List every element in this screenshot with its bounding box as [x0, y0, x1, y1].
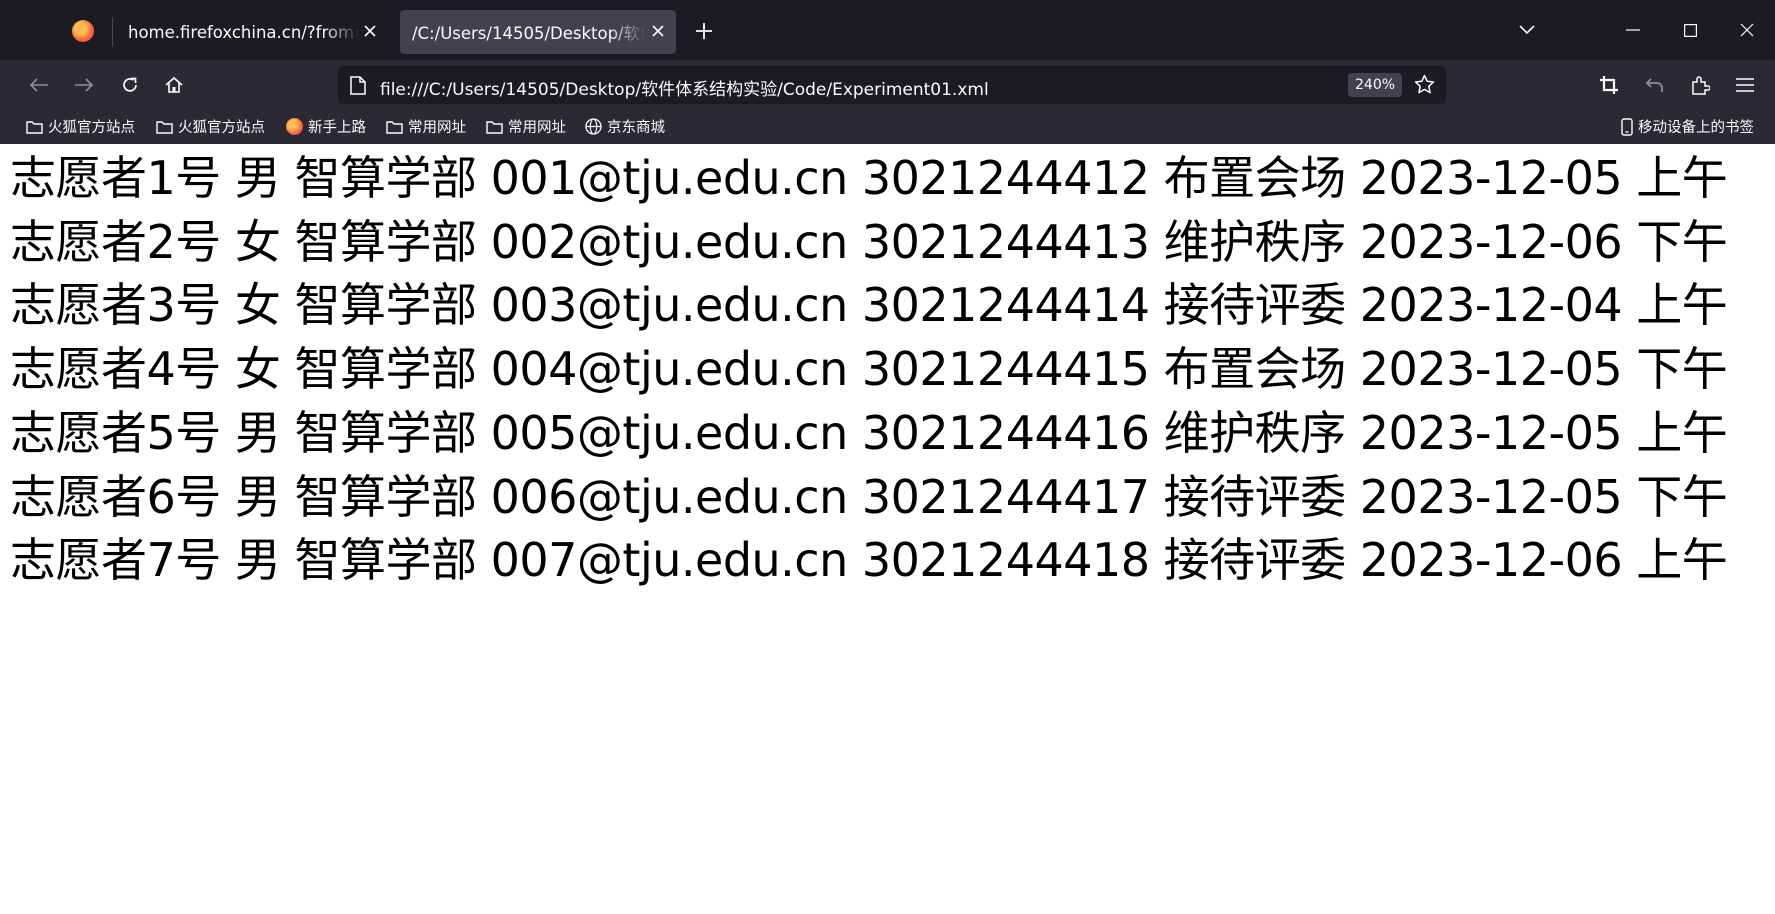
- zoom-level-badge[interactable]: 240%: [1348, 73, 1403, 97]
- bookmark-label: 常用网址: [408, 120, 466, 136]
- folder-icon: [26, 120, 43, 134]
- page-icon: [350, 76, 366, 99]
- screenshot-crop-icon[interactable]: [1595, 71, 1623, 99]
- bookmark-folder-common-sites[interactable]: 常用网址: [386, 116, 466, 137]
- volunteer-record-line: 志愿者6号 男 智算学部 006@tju.edu.cn 3021244417 接…: [10, 469, 1728, 524]
- list-all-tabs-chevron-down-icon[interactable]: [1513, 16, 1541, 44]
- home-icon[interactable]: [160, 71, 188, 99]
- close-tab-icon[interactable]: [648, 21, 668, 41]
- new-tab-plus-icon[interactable]: [692, 19, 716, 43]
- bookmark-label: 新手上路: [308, 120, 366, 136]
- bookmark-folder-common-sites-2[interactable]: 常用网址: [486, 116, 566, 137]
- back-arrow-icon[interactable]: [25, 71, 53, 99]
- url-text[interactable]: file:///C:/Users/14505/Desktop/软件体系结构实验/…: [380, 75, 989, 100]
- mobile-bookmarks[interactable]: 移动设备上的书签: [1621, 116, 1754, 137]
- volunteer-record-line: 志愿者2号 女 智算学部 002@tju.edu.cn 3021244413 维…: [10, 214, 1728, 269]
- tab-firefoxchina-home[interactable]: home.firefoxchina.cn/?from=extra_start: [114, 10, 388, 54]
- mobile-bookmarks-label: 移动设备上的书签: [1638, 120, 1754, 136]
- volunteer-record-line: 志愿者3号 女 智算学部 003@tju.edu.cn 3021244414 接…: [10, 278, 1728, 333]
- maximize-icon[interactable]: [1676, 16, 1704, 44]
- address-bar[interactable]: file:///C:/Users/14505/Desktop/软件体系结构实验/…: [338, 66, 1446, 104]
- bookmark-folder-firefox-official[interactable]: 火狐官方站点: [26, 116, 135, 137]
- bookmark-label: 火狐官方站点: [48, 120, 135, 136]
- firefox-icon[interactable]: [72, 20, 94, 42]
- close-window-icon[interactable]: [1733, 16, 1761, 44]
- tab-title: home.firefoxchina.cn/?from=extra_start: [128, 22, 360, 42]
- tab-experiment01-xml[interactable]: /C:/Users/14505/Desktop/软件体系结构实验/Code/Ex…: [400, 10, 676, 54]
- volunteer-record-line: 志愿者5号 男 智算学部 005@tju.edu.cn 3021244416 维…: [10, 405, 1728, 460]
- bookmark-label: 火狐官方站点: [178, 120, 265, 136]
- folder-icon: [156, 120, 173, 134]
- tab-bar: home.firefoxchina.cn/?from=extra_start /…: [0, 0, 1775, 60]
- bookmark-label: 常用网址: [508, 120, 566, 136]
- bookmark-star-icon[interactable]: [1414, 74, 1435, 99]
- volunteer-record-line: 志愿者1号 男 智算学部 001@tju.edu.cn 3021244412 布…: [10, 151, 1728, 205]
- mobile-device-icon: [1621, 117, 1633, 136]
- bookmark-getting-started[interactable]: 新手上路: [286, 116, 366, 137]
- bookmark-folder-firefox-official-2[interactable]: 火狐官方站点: [156, 116, 265, 137]
- volunteer-record-line: 志愿者4号 女 智算学部 004@tju.edu.cn 3021244415 布…: [10, 342, 1728, 397]
- undo-arrow-icon[interactable]: [1641, 71, 1669, 99]
- bookmark-jd-mall[interactable]: 京东商城: [585, 116, 665, 137]
- reload-icon[interactable]: [116, 71, 144, 99]
- globe-icon: [585, 118, 602, 135]
- minimize-icon[interactable]: [1619, 16, 1647, 44]
- folder-icon: [386, 120, 403, 134]
- page-content: 志愿者1号 男 智算学部 001@tju.edu.cn 3021244412 布…: [0, 144, 1775, 914]
- xml-text-content: 志愿者1号 男 智算学部 001@tju.edu.cn 3021244412 布…: [10, 147, 1728, 593]
- navigation-toolbar: file:///C:/Users/14505/Desktop/软件体系结构实验/…: [0, 60, 1775, 110]
- bookmarks-toolbar: 火狐官方站点 火狐官方站点 新手上路 常用网址 常用网址 京东商城 移动设备上的…: [0, 110, 1775, 144]
- forward-arrow-icon[interactable]: [70, 71, 98, 99]
- folder-icon: [486, 120, 503, 134]
- volunteer-record-line: 志愿者7号 男 智算学部 007@tju.edu.cn 3021244418 接…: [10, 533, 1728, 588]
- firefox-icon: [286, 118, 303, 135]
- close-tab-icon[interactable]: [360, 21, 380, 41]
- tab-title: /C:/Users/14505/Desktop/软件体系结构实验/Code/Ex…: [412, 24, 646, 43]
- bookmark-label: 京东商城: [607, 120, 665, 136]
- menu-hamburger-icon[interactable]: [1731, 71, 1759, 99]
- extensions-puzzle-icon[interactable]: [1686, 71, 1714, 99]
- tab-divider: [112, 18, 113, 46]
